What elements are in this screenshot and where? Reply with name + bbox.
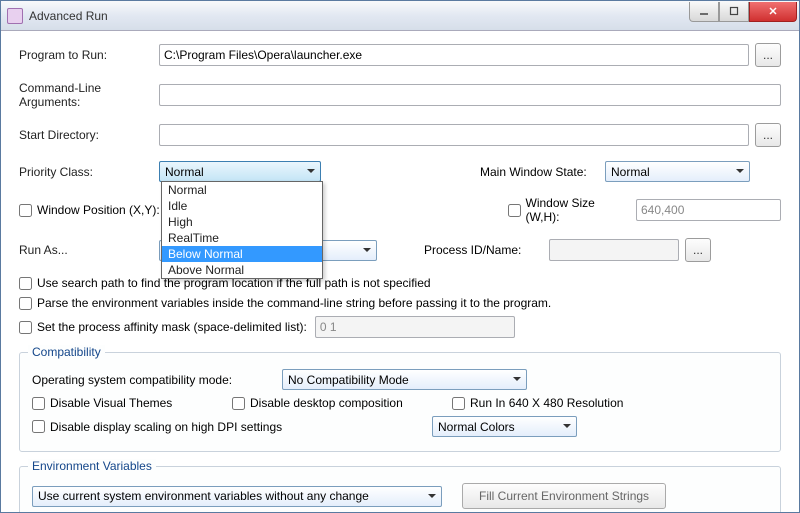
- searchpath-checkbox[interactable]: [19, 277, 32, 290]
- run640-checkbox[interactable]: [452, 397, 465, 410]
- disdesk-check[interactable]: Disable desktop composition: [232, 396, 432, 410]
- oscompat-select[interactable]: No Compatibility Mode: [282, 369, 527, 390]
- args-input[interactable]: [159, 84, 781, 106]
- winsize-input[interactable]: [636, 199, 781, 221]
- colors-selected: Normal Colors: [438, 420, 515, 434]
- program-input[interactable]: [159, 44, 749, 66]
- oscompat-label: Operating system compatibility mode:: [32, 373, 282, 387]
- compat-group: Compatibility Operating system compatibi…: [19, 352, 781, 452]
- window-title: Advanced Run: [29, 9, 689, 23]
- run640-check[interactable]: Run In 640 X 480 Resolution: [452, 396, 623, 410]
- minimize-button[interactable]: [689, 2, 719, 22]
- envmode-select[interactable]: Use current system environment variables…: [32, 486, 442, 507]
- program-browse-button[interactable]: ...: [755, 43, 781, 67]
- close-button[interactable]: [749, 2, 797, 22]
- pidname-label: Process ID/Name:: [424, 243, 549, 257]
- priority-label: Priority Class:: [19, 165, 159, 179]
- affinity-checkbox[interactable]: [19, 321, 32, 334]
- disvisual-check[interactable]: Disable Visual Themes: [32, 396, 212, 410]
- winpos-check[interactable]: Window Position (X,Y):: [19, 203, 160, 217]
- disdesk-label: Disable desktop composition: [250, 396, 403, 410]
- startdir-input[interactable]: [159, 124, 749, 146]
- fillenv-button[interactable]: Fill Current Environment Strings: [462, 483, 666, 509]
- titlebar: Advanced Run: [1, 1, 799, 31]
- priority-dropdown[interactable]: NormalIdleHighRealTimeBelow NormalAbove …: [161, 181, 323, 279]
- winsize-label: Window Size (W,H):: [526, 196, 617, 224]
- mainwin-select[interactable]: Normal: [605, 161, 750, 182]
- winpos-label: Window Position (X,Y):: [37, 203, 160, 217]
- colors-select[interactable]: Normal Colors: [432, 416, 577, 437]
- pidname-input[interactable]: [549, 239, 679, 261]
- oscompat-selected: No Compatibility Mode: [288, 373, 409, 387]
- disdesk-checkbox[interactable]: [232, 397, 245, 410]
- winsize-checkbox[interactable]: [508, 204, 521, 217]
- priority-selected: Normal: [165, 165, 204, 179]
- window-buttons: [689, 2, 797, 22]
- priority-option[interactable]: Above Normal: [162, 262, 322, 278]
- envmode-selected: Use current system environment variables…: [38, 489, 369, 503]
- disvisual-checkbox[interactable]: [32, 397, 45, 410]
- mainwin-label: Main Window State:: [480, 165, 605, 179]
- disdpi-checkbox[interactable]: [32, 420, 45, 433]
- disdpi-label: Disable display scaling on high DPI sett…: [50, 420, 282, 434]
- compat-legend: Compatibility: [28, 345, 105, 359]
- winpos-checkbox[interactable]: [19, 204, 32, 217]
- priority-option[interactable]: RealTime: [162, 230, 322, 246]
- priority-select[interactable]: Normal: [159, 161, 321, 182]
- startdir-browse-button[interactable]: ...: [755, 123, 781, 147]
- program-label: Program to Run:: [19, 48, 159, 62]
- maximize-button[interactable]: [719, 2, 749, 22]
- run640-label: Run In 640 X 480 Resolution: [470, 396, 623, 410]
- env-legend: Environment Variables: [28, 459, 156, 473]
- winsize-check[interactable]: Window Size (W,H):: [508, 196, 617, 224]
- priority-option[interactable]: High: [162, 214, 322, 230]
- parseenv-label: Parse the environment variables inside t…: [37, 296, 551, 310]
- app-icon: [7, 8, 23, 24]
- args-label: Command-Line Arguments:: [19, 81, 159, 109]
- affinity-input[interactable]: [315, 316, 515, 338]
- parseenv-checkbox[interactable]: [19, 297, 32, 310]
- window: Advanced Run Program to Run: ... Command…: [0, 0, 800, 513]
- affinity-label: Set the process affinity mask (space-del…: [37, 320, 307, 334]
- env-group: Environment Variables Use current system…: [19, 466, 781, 513]
- parseenv-check[interactable]: Parse the environment variables inside t…: [19, 296, 551, 310]
- priority-option[interactable]: Normal: [162, 182, 322, 198]
- client-area: Program to Run: ... Command-Line Argumen…: [1, 31, 799, 513]
- priority-option[interactable]: Idle: [162, 198, 322, 214]
- runas-label: Run As...: [19, 243, 159, 257]
- affinity-check[interactable]: Set the process affinity mask (space-del…: [19, 320, 307, 334]
- pidname-browse-button[interactable]: ...: [685, 238, 711, 262]
- priority-option[interactable]: Below Normal: [162, 246, 322, 262]
- startdir-label: Start Directory:: [19, 128, 159, 142]
- mainwin-selected: Normal: [611, 165, 650, 179]
- disvisual-label: Disable Visual Themes: [50, 396, 172, 410]
- disdpi-check[interactable]: Disable display scaling on high DPI sett…: [32, 420, 412, 434]
